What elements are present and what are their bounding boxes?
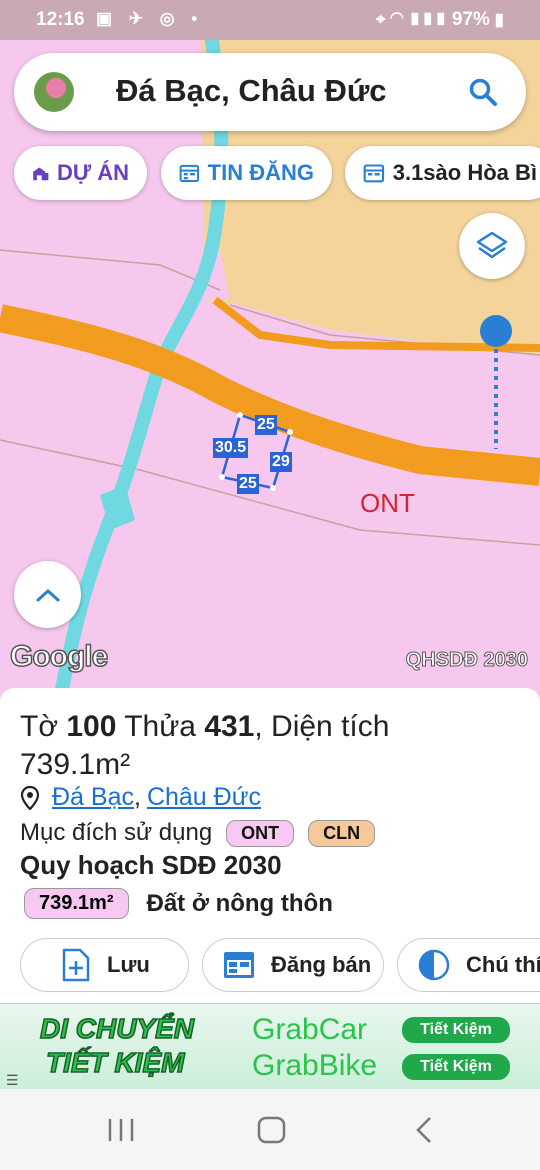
save-label: Lưu xyxy=(107,952,150,977)
parcel-title: Tờ 100 Thửa 431, Diện tích 739.1m² xyxy=(20,708,520,784)
legend-label: Chú thí xyxy=(466,952,540,977)
ad-menu-icon[interactable]: ☰ xyxy=(6,1072,19,1089)
chip-listing[interactable]: TIN ĐĂNG xyxy=(161,146,332,200)
title-prefix: Tờ xyxy=(20,710,67,743)
chip-project[interactable]: DỰ ÁN xyxy=(14,146,147,200)
legend-button[interactable]: Chú thí xyxy=(397,938,540,992)
search-title[interactable]: Đá Bạc, Châu Đức xyxy=(116,73,387,109)
parcel-location: Đá Bạc, Châu Đức xyxy=(20,783,261,812)
location-pin-icon xyxy=(20,785,40,810)
status-right-icons: ⌖ ◠ ▮▮▮ 97% ▮ xyxy=(375,9,504,30)
status-notification-icons: ▣ ✈ ◎ • xyxy=(96,9,204,28)
recent-apps-icon[interactable] xyxy=(108,1119,134,1141)
save-button[interactable]: Lưu xyxy=(20,938,189,992)
system-nav-bar xyxy=(0,1089,540,1170)
calendar-icon xyxy=(224,952,254,978)
district-link[interactable]: Châu Đức xyxy=(147,783,261,812)
chip-property[interactable]: 3.1sào Hòa Bì xyxy=(345,146,540,200)
post-for-sale-button[interactable]: Đăng bán xyxy=(202,938,384,992)
status-time: 12:16 xyxy=(36,9,85,30)
home-icon[interactable] xyxy=(257,1116,286,1144)
calendar-icon xyxy=(363,164,385,183)
ad-slogan-line1: DI CHUYỂN xyxy=(39,1012,195,1045)
title-suffix: , Diện tích xyxy=(254,710,390,743)
sell-label: Đăng bán xyxy=(271,952,372,977)
chip-project-label: DỰ ÁN xyxy=(56,160,129,185)
battery-level: 97% xyxy=(451,9,490,30)
ad-grabbike: GrabBike xyxy=(252,1049,378,1082)
building-icon xyxy=(33,167,49,181)
ad-pills: Tiết Kiệm Tiết Kiệm xyxy=(402,1017,510,1089)
avatar[interactable] xyxy=(34,72,74,112)
search-bar[interactable]: Đá Bạc, Châu Đức xyxy=(14,53,526,131)
plot-edge-label: 25 xyxy=(255,415,277,435)
zone-label: ONT xyxy=(360,488,415,518)
search-icon[interactable] xyxy=(468,77,498,107)
status-bar: 12:16 ▣ ✈ ◎ • ⌖ ◠ ▮▮▮ 97% ▮ xyxy=(0,0,540,40)
opacity-slider[interactable] xyxy=(478,314,514,454)
plan-area-desc: Đất ở nông thôn xyxy=(146,889,333,917)
usage-badge-ont: ONT xyxy=(226,819,295,847)
contrast-icon xyxy=(418,949,450,981)
title-mid: Thửa xyxy=(116,710,205,743)
back-icon[interactable] xyxy=(416,1117,431,1143)
map-layer-label: QHSDĐ 2030 xyxy=(405,649,528,672)
ad-pill: Tiết Kiệm xyxy=(402,1054,510,1080)
ad-pill: Tiết Kiệm xyxy=(402,1017,510,1043)
layers-icon xyxy=(476,231,508,259)
usage-badge-cln: CLN xyxy=(308,819,376,847)
ad-slogan-line2: TIẾT KIỆM xyxy=(45,1046,185,1079)
layers-button[interactable] xyxy=(459,213,525,279)
land-usage-row: Mục đích sử dụng ONT CLN xyxy=(20,819,376,847)
parcel-info-panel: Tờ 100 Thửa 431, Diện tích 739.1m² Đá Bạ… xyxy=(0,688,540,1000)
ad-brands: GrabCar GrabBike xyxy=(252,1012,377,1084)
google-logo: Google xyxy=(9,639,109,674)
chip-property-label: 3.1sào Hòa Bì xyxy=(392,160,537,185)
ad-grabcar: GrabCar xyxy=(252,1013,368,1046)
plan-area-row: 739.1m² Đất ở nông thôn xyxy=(24,888,333,919)
calendar-icon xyxy=(179,164,200,182)
location-separator: , xyxy=(133,783,141,811)
ad-slogan: DI CHUYỂN TIẾT KIỆM xyxy=(39,1012,195,1080)
plot-edge-label: 30.5 xyxy=(213,438,249,458)
chevron-up-icon xyxy=(36,588,59,601)
sheet-number: 100 xyxy=(66,710,117,743)
map-view[interactable]: 25 30.5 29 25 ONT Đá Bạc, Châu Đức DỰ ÁN… xyxy=(0,0,540,700)
plan-title: Quy hoạch SDĐ 2030 xyxy=(20,850,282,880)
expand-up-button[interactable] xyxy=(14,561,81,628)
add-file-icon xyxy=(62,948,90,982)
ad-banner[interactable]: DI CHUYỂN TIẾT KIỆM GrabCar GrabBike Tiế… xyxy=(0,1003,540,1089)
usage-label: Mục đích sử dụng xyxy=(20,819,213,846)
parcel-number: 431 xyxy=(204,710,255,743)
parcel-area: 739.1m² xyxy=(20,748,131,781)
plan-area-badge: 739.1m² xyxy=(24,888,129,919)
chip-listing-label: TIN ĐĂNG xyxy=(207,160,314,185)
plot-edge-label: 25 xyxy=(237,474,259,494)
commune-link[interactable]: Đá Bạc xyxy=(52,783,134,812)
plot-edge-label: 29 xyxy=(270,452,292,472)
